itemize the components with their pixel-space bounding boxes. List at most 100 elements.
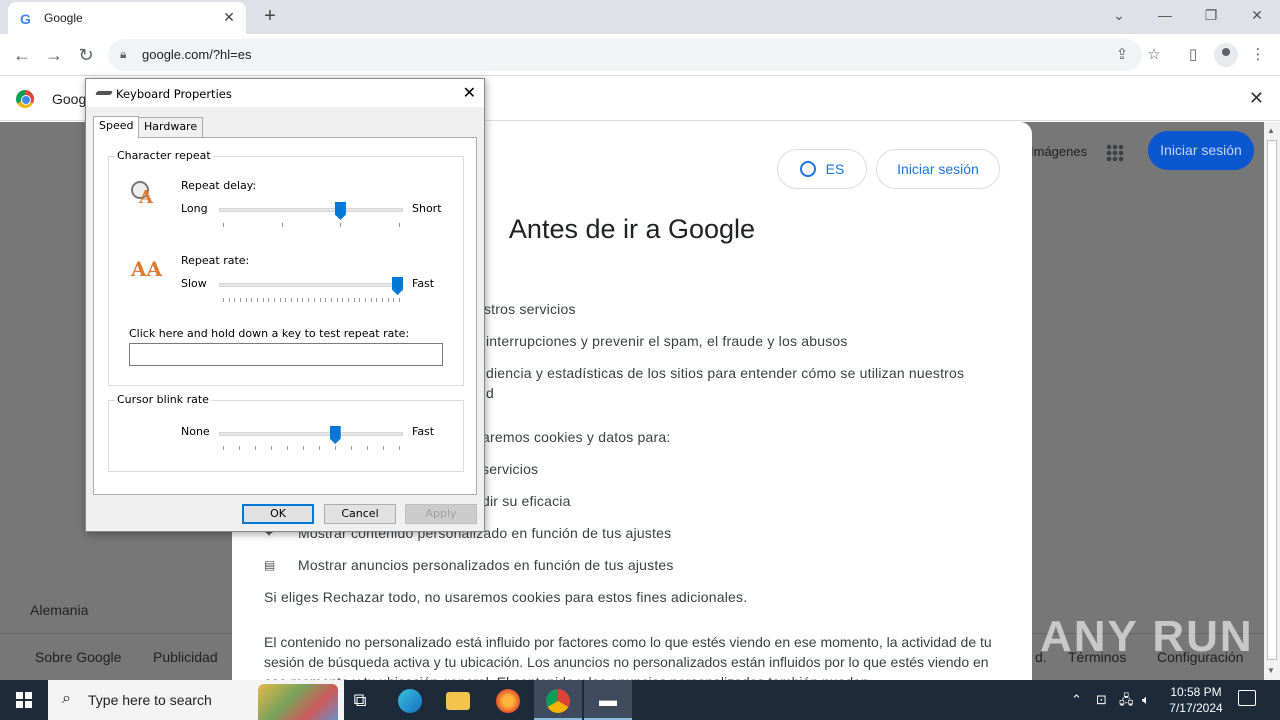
side-panel-icon[interactable]: ▯: [1181, 43, 1205, 67]
scroll-down-icon[interactable]: ▼: [1267, 666, 1275, 675]
edge-icon[interactable]: [386, 680, 434, 720]
taskbar-clock[interactable]: 10:58 PM 7/17/2024: [1160, 684, 1232, 716]
bookmark-star-icon[interactable]: ☆: [1144, 45, 1164, 65]
slider-tick: [367, 446, 368, 450]
anyrun-watermark: ANY RUN: [1040, 612, 1254, 661]
consent-line: d: [486, 385, 494, 401]
back-icon[interactable]: ←: [10, 43, 34, 67]
slider-tick: [239, 446, 240, 450]
globe-icon: [799, 161, 816, 177]
apps-grid-icon[interactable]: [1106, 144, 1124, 162]
task-view-icon[interactable]: ⧉: [336, 680, 384, 720]
chrome-taskbar-icon[interactable]: [534, 680, 582, 720]
dialog-titlebar[interactable]: Keyboard Properties ✕: [86, 79, 484, 107]
slider-tick: [229, 298, 230, 302]
test-repeat-prompt: Click here and hold down a key to test r…: [129, 327, 410, 340]
slider-tick: [302, 298, 303, 302]
page-scrollbar[interactable]: ▲ ▼: [1264, 122, 1280, 680]
consent-paragraph: El contenido no personalizado está influ…: [264, 634, 992, 680]
slider-tick: [399, 446, 400, 450]
consent-signin-button[interactable]: Iniciar sesión: [876, 149, 1000, 189]
test-repeat-input[interactable]: [129, 343, 443, 366]
profile-avatar-icon[interactable]: [1214, 43, 1238, 67]
consent-line: interrupciones y prevenir el spam, el fr…: [486, 333, 848, 349]
cursor-blink-slider[interactable]: [219, 432, 403, 436]
repeat-delay-min-label: Long: [181, 202, 208, 215]
google-favicon-icon: G: [20, 11, 31, 27]
window-close-button[interactable]: ✕: [1240, 4, 1274, 28]
slider-tick: [337, 298, 338, 302]
slider-tick: [399, 298, 400, 302]
scroll-up-icon[interactable]: ▲: [1267, 126, 1275, 135]
start-button[interactable]: [0, 680, 48, 720]
speed-panel: Character repeat A Repeat delay: Long Sh…: [93, 137, 477, 495]
slider-tick: [325, 298, 326, 302]
tab-search-icon[interactable]: ⌄: [1102, 4, 1136, 28]
tab-speed[interactable]: Speed: [93, 116, 140, 138]
repeat-rate-min-label: Slow: [181, 277, 207, 290]
footer-country: Alemania: [30, 602, 89, 618]
slider-tick: [268, 298, 269, 302]
cursor-blink-ticks: [223, 446, 400, 450]
repeat-rate-icon: AA: [131, 257, 163, 281]
slider-tick: [382, 298, 383, 302]
cursor-blink-thumb[interactable]: [329, 426, 341, 444]
footer-link-advertising[interactable]: Publicidad: [153, 649, 218, 665]
tab-hardware[interactable]: Hardware: [138, 117, 204, 137]
cursor-blink-max-label: Fast: [412, 425, 435, 438]
share-icon[interactable]: ⇪: [1112, 45, 1132, 65]
dialog-close-icon[interactable]: ✕: [463, 83, 476, 102]
lock-icon[interactable]: 🔒︎: [120, 47, 134, 63]
taskbar-search[interactable]: ⌕ Type here to search: [48, 680, 344, 720]
tray-device-icon[interactable]: ⊡: [1096, 680, 1107, 720]
keyboard-properties-dialog: Keyboard Properties ✕ Speed Hardware Cha…: [85, 78, 485, 532]
tab-close-icon[interactable]: ✕: [220, 8, 238, 26]
repeat-rate-max-label: Fast: [412, 277, 435, 290]
search-icon: ⌕: [62, 690, 71, 707]
network-icon[interactable]: 🖧︎: [1119, 680, 1134, 720]
infobar-text: Goog: [52, 91, 87, 107]
slider-tick: [319, 446, 320, 450]
browser-tab[interactable]: G Google ✕: [8, 2, 246, 34]
slider-tick: [371, 298, 372, 302]
group-label: Character repeat: [115, 149, 213, 162]
slider-tick: [393, 298, 394, 302]
menu-kebab-icon[interactable]: ⋮: [1246, 43, 1270, 67]
slider-tick: [223, 446, 224, 450]
group-label: Cursor blink rate: [115, 393, 211, 406]
footer-link-about[interactable]: Sobre Google: [35, 649, 121, 665]
firefox-icon[interactable]: [484, 680, 532, 720]
infobar-close-icon[interactable]: ✕: [1249, 88, 1264, 109]
minimize-button[interactable]: —: [1148, 4, 1182, 28]
language-button[interactable]: ES: [777, 149, 867, 189]
ok-button[interactable]: OK: [242, 504, 314, 524]
slider-tick: [303, 446, 304, 450]
cancel-button[interactable]: Cancel: [324, 504, 396, 524]
repeat-delay-slider[interactable]: [219, 208, 403, 212]
url-text[interactable]: google.com/?hl=es: [142, 47, 252, 62]
new-tab-button[interactable]: +: [258, 5, 282, 29]
slider-tick: [287, 446, 288, 450]
images-link[interactable]: Imágenes: [1030, 144, 1087, 159]
slider-tick: [297, 298, 298, 302]
repeat-delay-thumb[interactable]: [334, 202, 346, 220]
slider-tick: [320, 298, 321, 302]
scrollbar-thumb[interactable]: [1267, 140, 1277, 660]
forward-icon[interactable]: →: [42, 43, 66, 67]
volume-icon[interactable]: 🔈︎: [1142, 680, 1150, 720]
repeat-rate-slider[interactable]: [219, 283, 403, 287]
repeat-rate-thumb[interactable]: [392, 277, 403, 295]
language-label: ES: [825, 161, 845, 177]
notifications-icon[interactable]: [1238, 690, 1256, 706]
apply-button[interactable]: Apply: [405, 504, 477, 524]
clock-date: 7/17/2024: [1169, 701, 1223, 715]
repeat-delay-max-label: Short: [412, 202, 442, 215]
address-bar[interactable]: 🔒︎ google.com/?hl=es ⇪ ☆: [108, 39, 1161, 71]
keyboard-taskbar-icon[interactable]: ▬: [584, 680, 632, 720]
slider-tick: [280, 298, 281, 302]
tray-chevron-icon[interactable]: ⌃: [1071, 680, 1082, 720]
restore-button[interactable]: ❐: [1194, 4, 1228, 28]
file-explorer-icon[interactable]: [434, 680, 482, 720]
header-signin-button[interactable]: Iniciar sesión: [1148, 131, 1254, 170]
reload-icon[interactable]: ↻: [74, 43, 98, 67]
